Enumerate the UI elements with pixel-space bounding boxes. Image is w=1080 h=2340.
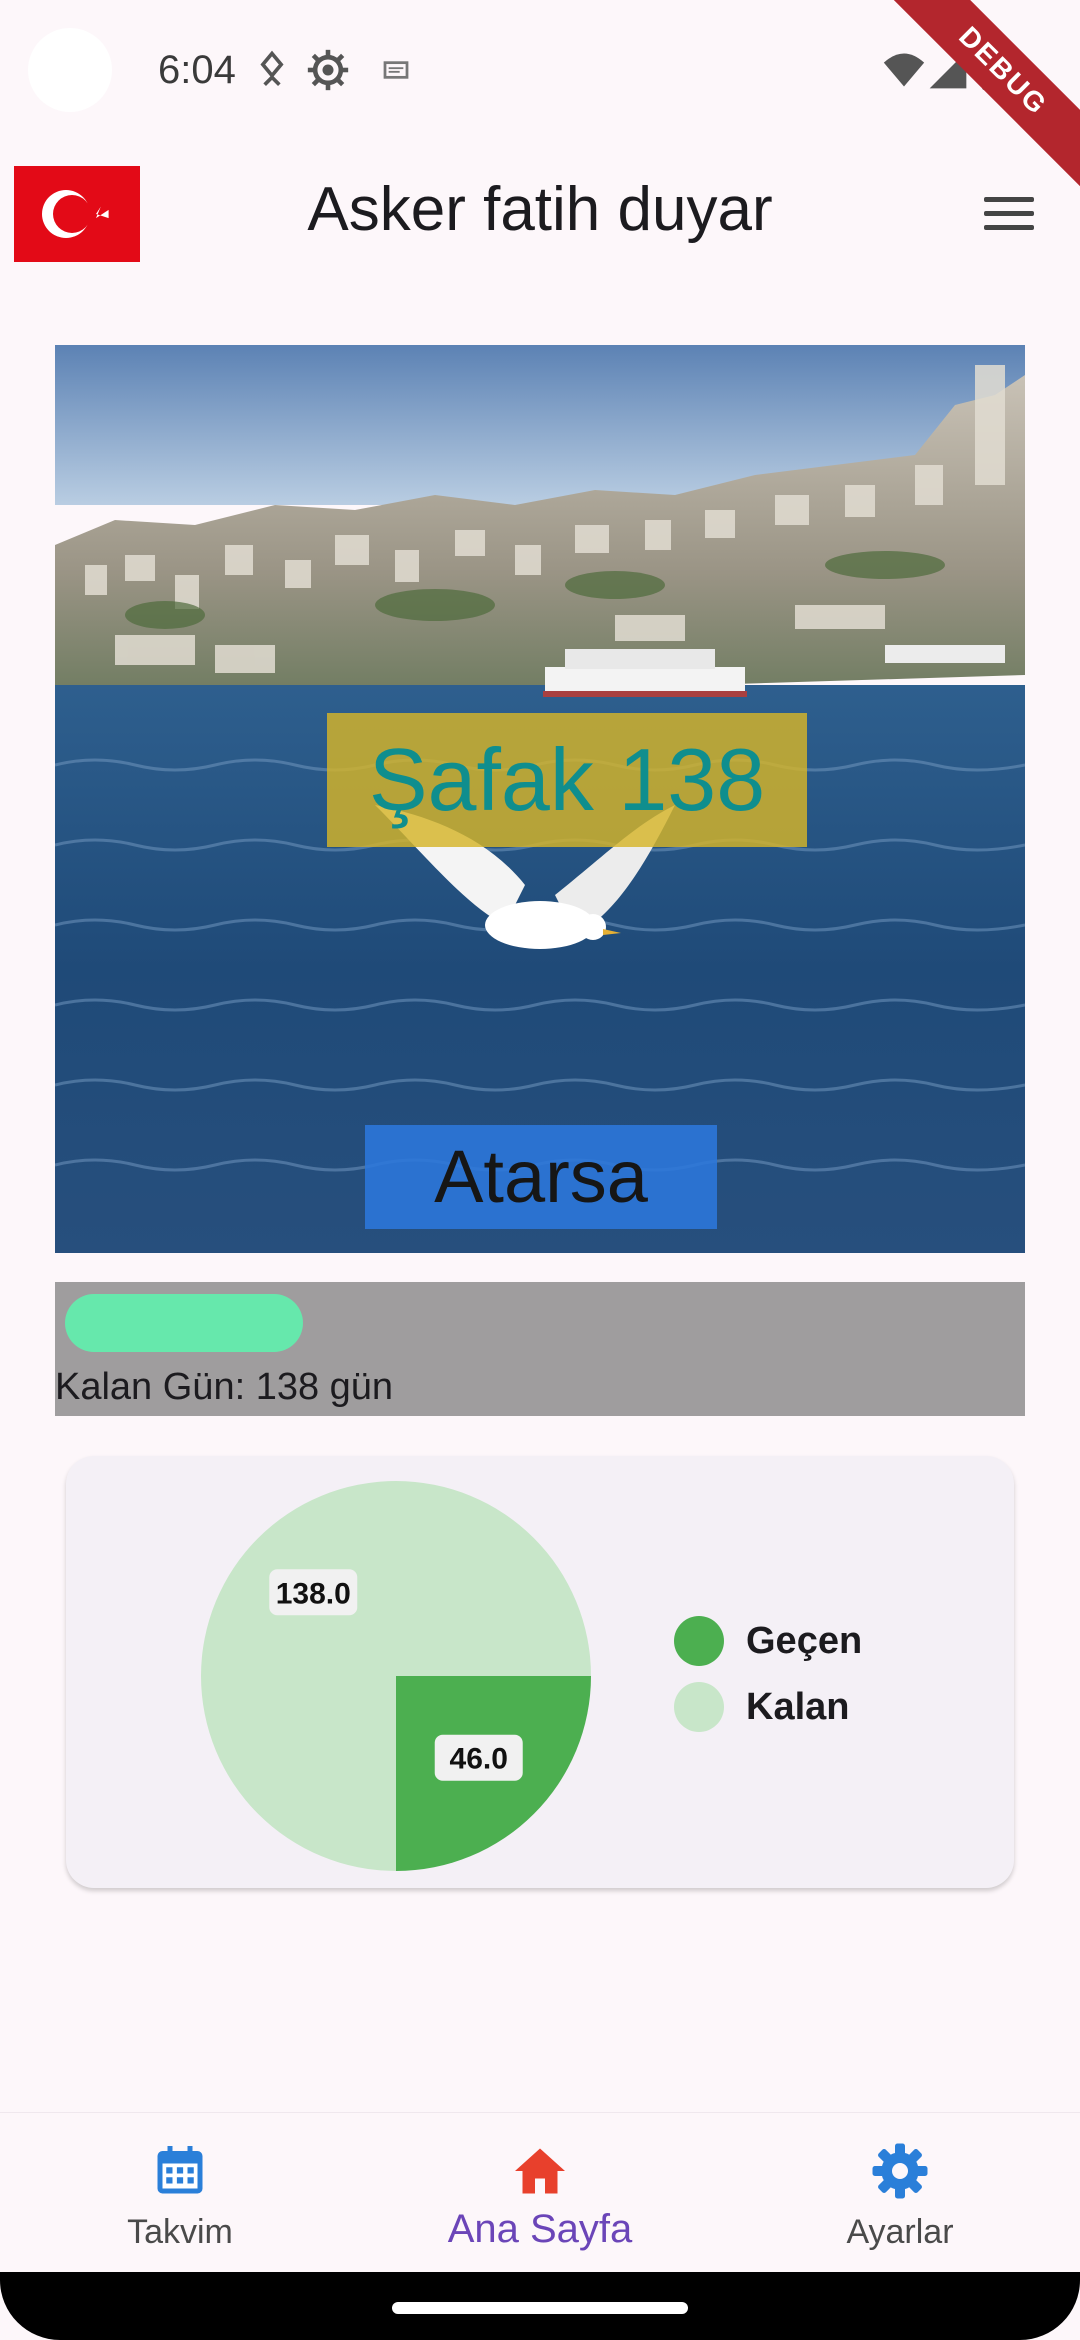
system-navigation-bar bbox=[0, 2272, 1080, 2340]
nav-item-ayarlar[interactable]: Ayarlar bbox=[720, 2113, 1080, 2273]
safak-label: Şafak 138 bbox=[327, 713, 807, 847]
svg-text:138.0: 138.0 bbox=[276, 1577, 351, 1610]
remaining-days-text: Kalan Gün: 138 gün bbox=[55, 1366, 394, 1408]
bottom-navigation: Takvim Ana Sayfa Ayarlar bbox=[0, 2112, 1080, 2272]
svg-text:46.0: 46.0 bbox=[450, 1743, 508, 1776]
chart-legend: Geçen Kalan bbox=[674, 1608, 862, 1740]
legend-label: Kalan bbox=[746, 1685, 850, 1728]
calendar-icon bbox=[157, 2146, 203, 2194]
app-bar: Asker fatih duyar bbox=[0, 150, 1080, 280]
camera-cutout bbox=[28, 28, 112, 112]
location-icon bbox=[260, 50, 284, 86]
nav-item-ana-sayfa[interactable]: Ana Sayfa bbox=[360, 2113, 720, 2273]
menu-icon bbox=[984, 225, 1034, 230]
pie-chart: 46.0 138.0 bbox=[201, 1481, 591, 1871]
progress-panel: Kalan Gün: 138 gün bbox=[55, 1282, 1025, 1416]
status-time: 6:04 bbox=[158, 48, 236, 92]
nav-label-ana-sayfa: Ana Sayfa bbox=[447, 2207, 633, 2251]
pie-data-label: 46.0 bbox=[434, 1734, 523, 1781]
status-bar: 6:04 DEBUG bbox=[0, 0, 1080, 207]
notification-icon bbox=[383, 61, 409, 79]
legend-swatch bbox=[674, 1682, 724, 1732]
legend-label: Geçen bbox=[746, 1619, 863, 1662]
atarsa-label: Atarsa 137 bbox=[365, 1125, 717, 1253]
home-icon bbox=[515, 2148, 565, 2194]
settings-gear-icon bbox=[307, 49, 349, 91]
menu-icon bbox=[984, 211, 1034, 216]
nav-item-takvim[interactable]: Takvim bbox=[0, 2113, 360, 2273]
home-gesture-handle[interactable] bbox=[392, 2302, 688, 2314]
legend-item-geen: Geçen bbox=[674, 1608, 862, 1674]
hero-image: Şafak 138 Atarsa 137 bbox=[55, 345, 1025, 1253]
legend-item-kalan: Kalan bbox=[674, 1674, 862, 1740]
nav-label-ayarlar: Ayarlar bbox=[846, 2213, 954, 2251]
app-title: Asker fatih duyar bbox=[307, 175, 773, 244]
pie-chart-card: 46.0 138.0 Geçen Kalan bbox=[66, 1456, 1014, 1888]
settings-icon bbox=[872, 2143, 928, 2199]
wifi-icon bbox=[883, 53, 925, 87]
progress-bar-fill bbox=[65, 1294, 303, 1352]
nav-label-takvim: Takvim bbox=[127, 2213, 233, 2251]
menu-icon bbox=[984, 197, 1034, 202]
pie-data-label: 138.0 bbox=[269, 1569, 358, 1616]
legend-swatch bbox=[674, 1616, 724, 1666]
menu-button[interactable] bbox=[984, 190, 1044, 240]
